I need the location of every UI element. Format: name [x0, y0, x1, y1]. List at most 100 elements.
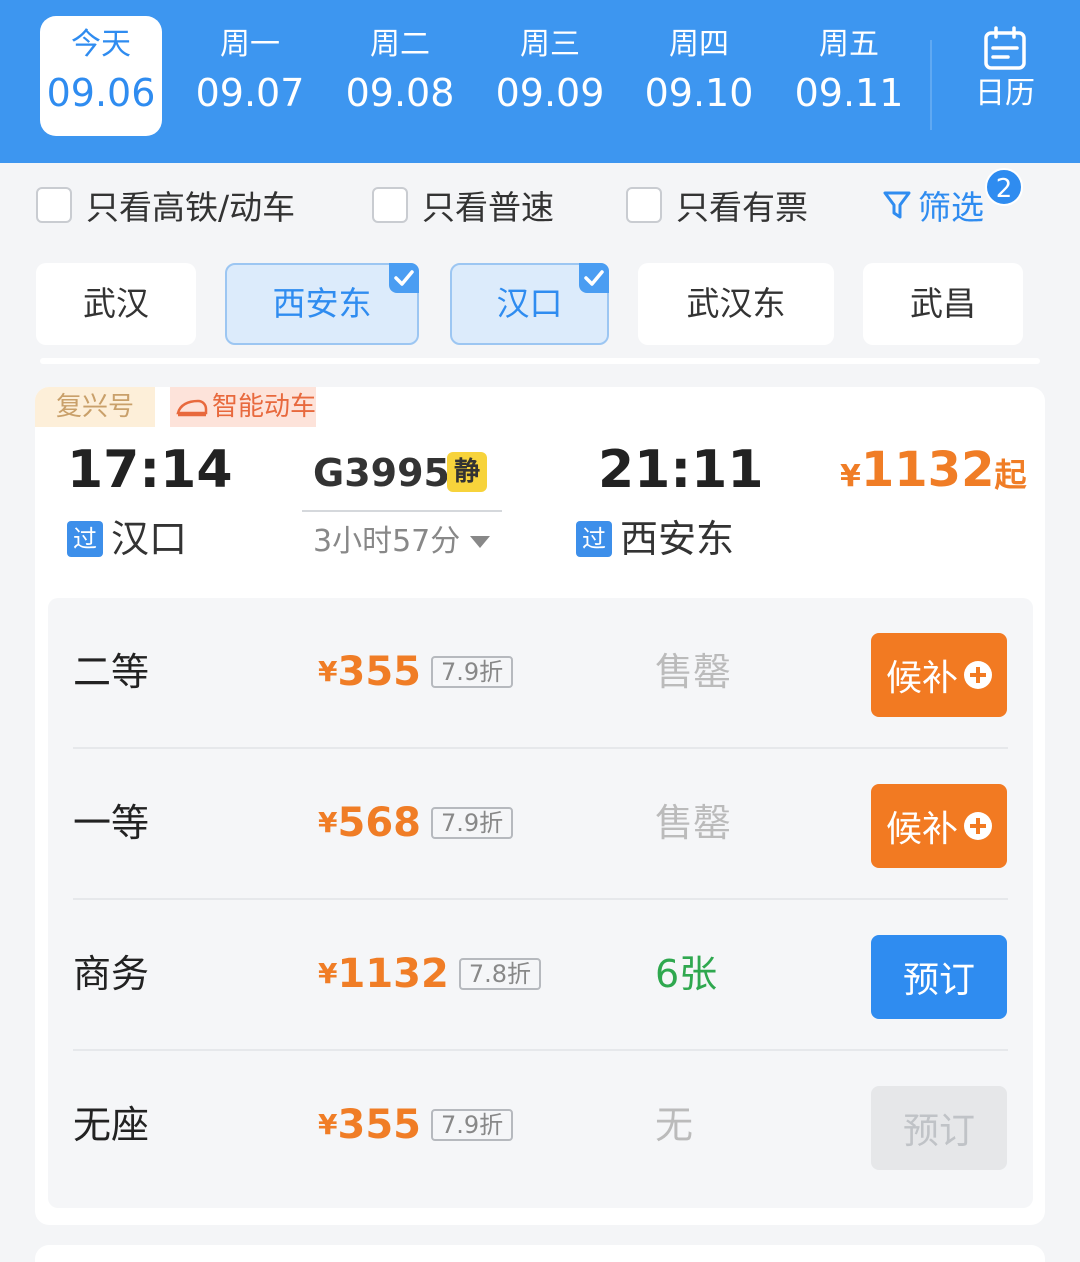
- book-label: 预订: [902, 1111, 975, 1152]
- checkbox-icon[interactable]: [626, 187, 662, 223]
- currency-symbol: ¥: [318, 655, 338, 688]
- date-tab-weekday: 今天: [71, 27, 131, 62]
- filter-high-speed[interactable]: 只看高铁/动车: [36, 185, 295, 227]
- checkbox-icon[interactable]: [36, 187, 72, 223]
- currency-symbol: ¥: [318, 957, 338, 990]
- waitlist-label: 候补: [885, 809, 958, 850]
- train-icon: [176, 399, 208, 417]
- section-divider: [40, 358, 1040, 364]
- waitlist-button[interactable]: 候补: [871, 784, 1007, 868]
- date-tab-thu[interactable]: 周四 09.10: [638, 16, 760, 136]
- currency-symbol: ¥: [318, 1108, 338, 1141]
- train-number: G3995: [313, 451, 450, 495]
- station-chip-wuhaneast[interactable]: 武汉东: [638, 263, 834, 345]
- smart-train-label: 智能动车: [212, 392, 317, 422]
- seat-price-value: 355: [337, 649, 421, 695]
- date-tab-date: 09.06: [46, 71, 156, 115]
- date-tab-weekday: 周三: [520, 27, 580, 62]
- date-tab-weekday: 周五: [819, 27, 879, 62]
- next-train-card[interactable]: [35, 1245, 1045, 1262]
- seat-row-second: 二等 ¥355 7.9折 售罄 候补: [48, 598, 1033, 749]
- check-icon: [579, 263, 609, 293]
- currency-symbol: ¥: [318, 806, 338, 839]
- seat-class: 无座: [73, 1103, 150, 1147]
- lowest-price: ¥1132起: [840, 440, 1026, 511]
- waitlist-label: 候补: [885, 658, 958, 699]
- caret-down-icon: [470, 536, 491, 548]
- plus-circle-icon: [964, 661, 992, 689]
- seat-price: ¥355 7.9折: [318, 648, 514, 696]
- via-badge: 过: [67, 521, 103, 557]
- station-chip-label: 汉口: [496, 284, 563, 323]
- date-tab-tue[interactable]: 周二 09.08: [339, 16, 461, 136]
- station-chip-label: 武昌: [910, 284, 976, 323]
- date-tab-date: 09.07: [195, 71, 305, 115]
- date-tab-date: 09.10: [644, 71, 754, 115]
- seat-table: 二等 ¥355 7.9折 售罄 候补 一等 ¥568 7.9折 售罄 候补 商务…: [48, 598, 1033, 1208]
- filter-normal-label: 只看普速: [422, 188, 554, 227]
- date-tab-fri[interactable]: 周五 09.11: [788, 16, 910, 136]
- screen-count-badge: 2: [985, 168, 1023, 206]
- waitlist-button[interactable]: 候补: [871, 633, 1007, 717]
- station-chip-hankou[interactable]: 汉口: [450, 263, 609, 345]
- discount-badge: 7.9折: [430, 807, 514, 839]
- seat-status: 售罄: [655, 650, 732, 694]
- currency-symbol: ¥: [840, 459, 861, 494]
- seat-price: ¥355 7.9折: [318, 1101, 514, 1149]
- plus-circle-icon: [964, 812, 992, 840]
- arrival-station: 过 西安东: [576, 516, 734, 562]
- fuxing-tag: 复兴号: [35, 387, 155, 427]
- seat-class: 商务: [73, 952, 150, 996]
- station-chip-label: 武汉: [83, 284, 149, 323]
- duration-toggle[interactable]: 3小时57分: [313, 522, 491, 562]
- departure-station-name: 汉口: [111, 517, 188, 561]
- arrival-station-name: 西安东: [620, 517, 735, 561]
- via-badge: 过: [576, 521, 612, 557]
- smart-train-tag: 智能动车: [170, 387, 316, 427]
- check-icon: [389, 263, 419, 293]
- route-line: [302, 510, 502, 512]
- seat-price: ¥1132 7.8折: [318, 950, 541, 998]
- duration-text: 3小时57分: [313, 524, 461, 559]
- filter-available[interactable]: 只看有票: [626, 185, 808, 227]
- screen-button[interactable]: 筛选: [882, 183, 984, 227]
- filter-normal[interactable]: 只看普速: [372, 185, 554, 227]
- screen-label: 筛选: [918, 188, 984, 227]
- seat-price-value: 568: [337, 800, 421, 846]
- funnel-icon: [883, 191, 911, 219]
- date-tab-wed[interactable]: 周三 09.09: [489, 16, 611, 136]
- date-tab-weekday: 周四: [669, 27, 729, 62]
- book-label: 预订: [902, 960, 975, 1001]
- filter-high-speed-label: 只看高铁/动车: [86, 188, 296, 227]
- discount-badge: 7.8折: [458, 958, 541, 990]
- date-bar: 今天 09.06 周一 09.07 周二 09.08 周三 09.09 周四 0…: [0, 0, 1080, 163]
- seat-status: 无: [655, 1103, 694, 1147]
- date-tab-date: 09.09: [495, 71, 605, 115]
- seat-row-business: 商务 ¥1132 7.8折 6张 预订: [48, 900, 1033, 1051]
- calendar-button[interactable]: 日历: [955, 26, 1055, 126]
- station-chip-label: 武汉东: [686, 284, 786, 323]
- seat-status: 6张: [655, 952, 718, 996]
- date-tab-mon[interactable]: 周一 09.07: [189, 16, 311, 136]
- calendar-icon: [984, 26, 1026, 70]
- seat-status: 售罄: [655, 801, 732, 845]
- quiet-car-badge: 静: [447, 452, 487, 492]
- seat-row-standing: 无座 ¥355 7.9折 无 预订: [48, 1051, 1033, 1202]
- date-tab-today[interactable]: 今天 09.06: [40, 16, 162, 136]
- seat-class: 一等: [73, 801, 150, 845]
- departure-time: 17:14: [67, 440, 233, 500]
- seat-price-value: 1132: [337, 951, 449, 997]
- price-suffix: 起: [994, 456, 1027, 494]
- checkbox-icon[interactable]: [372, 187, 408, 223]
- station-chip-wuhan[interactable]: 武汉: [36, 263, 196, 345]
- station-chip-wuchang[interactable]: 武昌: [863, 263, 1023, 345]
- book-button[interactable]: 预订: [871, 935, 1007, 1019]
- date-tab-weekday: 周二: [370, 27, 430, 62]
- departure-station: 过 汉口: [67, 516, 187, 562]
- date-tab-date: 09.11: [794, 71, 904, 115]
- seat-price: ¥568 7.9折: [318, 799, 514, 847]
- calendar-label: 日历: [975, 76, 1035, 111]
- discount-badge: 7.9折: [430, 656, 514, 688]
- filter-available-label: 只看有票: [676, 188, 808, 227]
- station-chip-xianeast[interactable]: 西安东: [225, 263, 419, 345]
